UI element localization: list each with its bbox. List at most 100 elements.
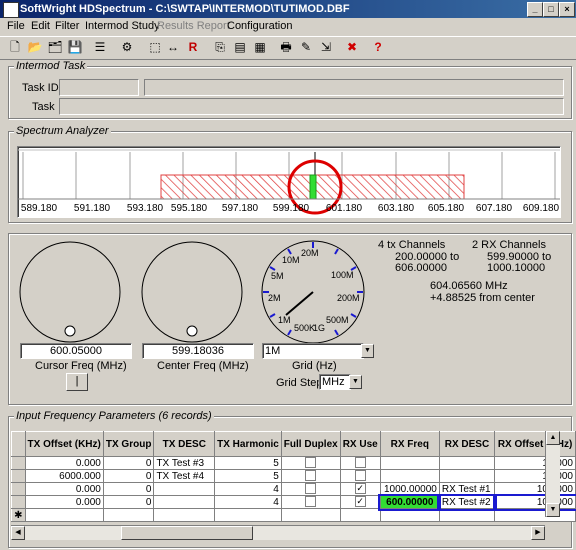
scroll-left-icon[interactable]: ◀ [11, 526, 25, 540]
horizontal-scroll-thumb[interactable] [121, 526, 253, 540]
tx-harmonic-cell[interactable]: 4 [214, 482, 282, 496]
print-icon[interactable]: 🖶 [277, 38, 295, 56]
rx-freq-cell[interactable] [379, 469, 440, 483]
cursor-freq-field[interactable]: 600.05000 [20, 343, 132, 359]
minimize-button[interactable]: _ [527, 2, 543, 17]
column-header[interactable]: RX Use [339, 431, 381, 457]
scroll-down-icon[interactable]: ▼ [546, 503, 560, 517]
new-record-marker[interactable]: ✱ [11, 508, 26, 522]
delete-icon[interactable]: ✖ [343, 38, 361, 56]
settings-icon[interactable]: ⚙ [118, 38, 136, 56]
task-field[interactable] [59, 98, 564, 115]
menu-intermod-study[interactable]: Intermod Study [85, 20, 160, 32]
tx-desc-cell[interactable] [153, 482, 216, 496]
column-header[interactable]: Full Duplex [280, 431, 341, 457]
column-header[interactable]: RX DESC [438, 431, 496, 457]
vertical-scrollbar[interactable]: ▲ ▼ [545, 431, 560, 517]
tx-harmonic-cell[interactable]: 5 [214, 469, 282, 483]
menu-filter[interactable]: Filter [55, 20, 79, 32]
full-duplex-cell[interactable] [280, 495, 341, 509]
column-header[interactable]: RX Offset (KHz) [494, 431, 576, 457]
center-freq-dial[interactable] [140, 240, 244, 344]
tx-group-cell[interactable]: 0 [102, 456, 155, 470]
rx-offset-cell[interactable]: 100.000 [494, 482, 576, 496]
center-freq-field[interactable]: 599.18036 [142, 343, 254, 359]
full-duplex-checkbox[interactable] [305, 496, 317, 508]
tx-offset-cell[interactable]: 6000.000 [24, 469, 104, 483]
range-icon[interactable]: ↔ [164, 38, 182, 56]
scroll-up-icon[interactable]: ▲ [546, 431, 560, 445]
tx-offset-cell[interactable]: 0.000 [24, 495, 104, 509]
tx-offset-cell[interactable]: 0.000 [24, 456, 104, 470]
form-icon[interactable]: ▤ [231, 38, 249, 56]
full-duplex-cell[interactable] [280, 456, 341, 470]
task-id-field[interactable] [59, 79, 139, 96]
table-row[interactable]: 0.000 0 4 ✓ 600.00000 RX Test #2 100.000 [11, 493, 576, 511]
params-table[interactable]: TX Offset (KHz) TX Group TX DESC TX Harm… [11, 431, 576, 522]
grid-select[interactable]: 1M [262, 343, 364, 359]
rx-use-cell[interactable] [339, 469, 381, 483]
tx-group-cell[interactable]: 0 [102, 469, 155, 483]
rx-use-cell[interactable] [339, 456, 381, 470]
tx-harmonic-cell[interactable]: 4 [214, 495, 282, 509]
tx-desc-cell[interactable]: TX Test #3 [153, 456, 216, 470]
full-duplex-cell[interactable] [280, 482, 341, 496]
cursor-step-button[interactable]: | [66, 373, 88, 391]
column-header[interactable]: TX Harmonic [214, 431, 282, 457]
new-record-row[interactable]: ✱ [11, 508, 576, 522]
full-duplex-checkbox[interactable] [305, 483, 317, 495]
help-icon[interactable]: ? [369, 38, 387, 56]
grid-step-select[interactable]: MHz [319, 374, 351, 390]
full-duplex-checkbox[interactable] [305, 470, 317, 482]
tx-harmonic-cell[interactable]: 5 [214, 456, 282, 470]
table-icon[interactable]: ▦ [251, 38, 269, 56]
grid-step-dropdown-icon[interactable]: ▼ [349, 375, 362, 389]
tx-desc-cell[interactable] [153, 495, 216, 509]
r-icon[interactable]: R [184, 38, 202, 56]
close-button[interactable]: × [559, 2, 575, 17]
scroll-right-icon[interactable]: ▶ [531, 526, 545, 540]
row-selector[interactable] [11, 469, 26, 483]
row-selector[interactable] [11, 495, 26, 509]
rx-desc-cell[interactable] [438, 469, 496, 483]
rx-use-checkbox[interactable] [354, 470, 366, 482]
copy-icon[interactable]: ⎘ [211, 38, 229, 56]
maximize-button[interactable]: □ [543, 2, 559, 17]
tx-group-cell[interactable]: 0 [102, 495, 155, 509]
rx-offset-cell[interactable]: 100.000 [492, 493, 576, 511]
tx-group-cell[interactable]: 0 [102, 482, 155, 496]
grid-dropdown-icon[interactable]: ▼ [361, 344, 374, 358]
rx-use-checkbox[interactable]: ✓ [354, 496, 366, 508]
rx-use-cell[interactable]: ✓ [339, 495, 381, 509]
column-header[interactable]: TX Offset (KHz) [24, 431, 104, 457]
open-folder-icon[interactable]: 📂 [26, 38, 44, 56]
rx-freq-cell[interactable] [379, 456, 440, 470]
table-row[interactable]: 6000.000 0 TX Test #4 5 10.000 [11, 469, 576, 483]
rx-offset-cell[interactable]: 10.000 [494, 456, 576, 470]
rx-freq-cell-selected[interactable]: 600.00000 [378, 493, 442, 511]
table-row[interactable]: 0.000 0 4 ✓ 1000.00000 RX Test #1 100.00… [11, 482, 576, 496]
rx-use-checkbox[interactable]: ✓ [354, 483, 366, 495]
table-row[interactable]: 0.000 0 TX Test #3 5 10.000 [11, 456, 576, 470]
horizontal-scrollbar[interactable]: ◀ ▶ [11, 525, 545, 540]
task-id-extra-field[interactable] [144, 79, 564, 96]
tx-offset-cell[interactable]: 0.000 [24, 482, 104, 496]
menu-edit[interactable]: Edit [31, 20, 50, 32]
new-document-icon[interactable]: 🗋 [6, 38, 24, 56]
full-duplex-cell[interactable] [280, 469, 341, 483]
cursor-freq-dial[interactable] [18, 240, 122, 344]
grid-dial[interactable]: 20M 10M 100M 5M 200M 2M 1M 500M 500K 1G [260, 239, 366, 345]
column-header[interactable]: TX Group [102, 431, 155, 457]
menu-results-report[interactable]: Results Report [157, 20, 230, 32]
rx-desc-cell[interactable]: RX Test #2 [437, 493, 497, 511]
row-selector[interactable] [11, 456, 26, 470]
menu-configuration[interactable]: Configuration [227, 20, 292, 32]
rx-freq-cell[interactable]: 1000.00000 [379, 482, 440, 496]
select-icon[interactable]: ⬚ [146, 38, 164, 56]
tx-desc-cell[interactable]: TX Test #4 [153, 469, 216, 483]
row-selector[interactable] [11, 482, 26, 496]
menu-file[interactable]: File [7, 20, 25, 32]
column-header[interactable]: TX DESC [153, 431, 216, 457]
export-icon[interactable]: ⇲ [317, 38, 335, 56]
rx-offset-cell[interactable]: 10.000 [494, 469, 576, 483]
